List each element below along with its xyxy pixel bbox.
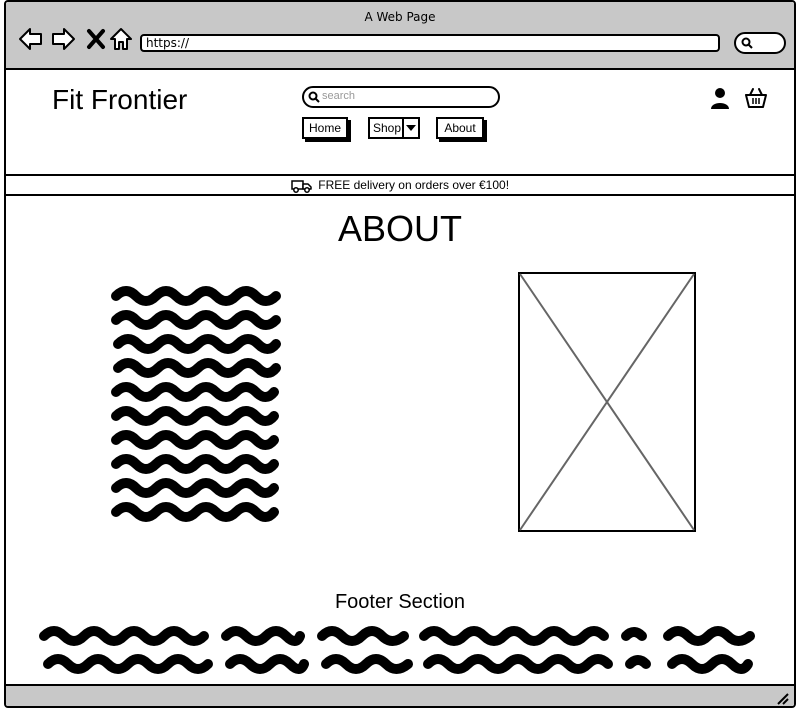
chevron-down-icon [406, 125, 416, 131]
forward-arrow-icon[interactable] [50, 26, 76, 52]
footer-heading: Footer Section [334, 591, 466, 613]
site-title[interactable]: Fit Frontier [52, 84, 187, 116]
delivery-banner: FREE delivery on orders over €100! [6, 174, 794, 196]
dropdown-toggle[interactable] [402, 119, 418, 137]
about-button[interactable]: About [436, 117, 484, 139]
delivery-banner-text: FREE delivery on orders over €100! [318, 178, 510, 192]
about-button-label: About [444, 121, 476, 135]
site-search-input[interactable]: search [302, 86, 500, 108]
image-placeholder [518, 272, 696, 532]
about-heading: ABOUT [337, 208, 462, 249]
shop-dropdown-label: Shop [373, 121, 402, 135]
home-icon[interactable] [108, 26, 134, 52]
footer-text-placeholder [39, 626, 755, 674]
magnifier-icon [741, 37, 753, 49]
user-icon[interactable] [708, 86, 732, 110]
browser-window: A Web Page https:// Fit Frontier search [4, 0, 796, 708]
search-icon [308, 91, 320, 103]
about-text-placeholder [111, 286, 281, 522]
home-button-label: Home [308, 121, 341, 135]
shop-dropdown[interactable]: Shop [368, 117, 420, 139]
window-title: A Web Page [364, 10, 436, 24]
delivery-truck-icon [291, 180, 312, 193]
search-placeholder: search [322, 90, 356, 102]
browser-search-field[interactable] [734, 32, 786, 54]
stop-x-icon[interactable] [84, 26, 110, 52]
url-input[interactable]: https:// [140, 34, 720, 52]
resize-grip-icon[interactable] [776, 692, 790, 706]
basket-icon[interactable] [744, 86, 768, 110]
home-button[interactable]: Home [302, 117, 348, 139]
status-bar [6, 684, 794, 706]
back-arrow-icon[interactable] [18, 26, 44, 52]
browser-toolbar: A Web Page https:// [6, 2, 794, 70]
